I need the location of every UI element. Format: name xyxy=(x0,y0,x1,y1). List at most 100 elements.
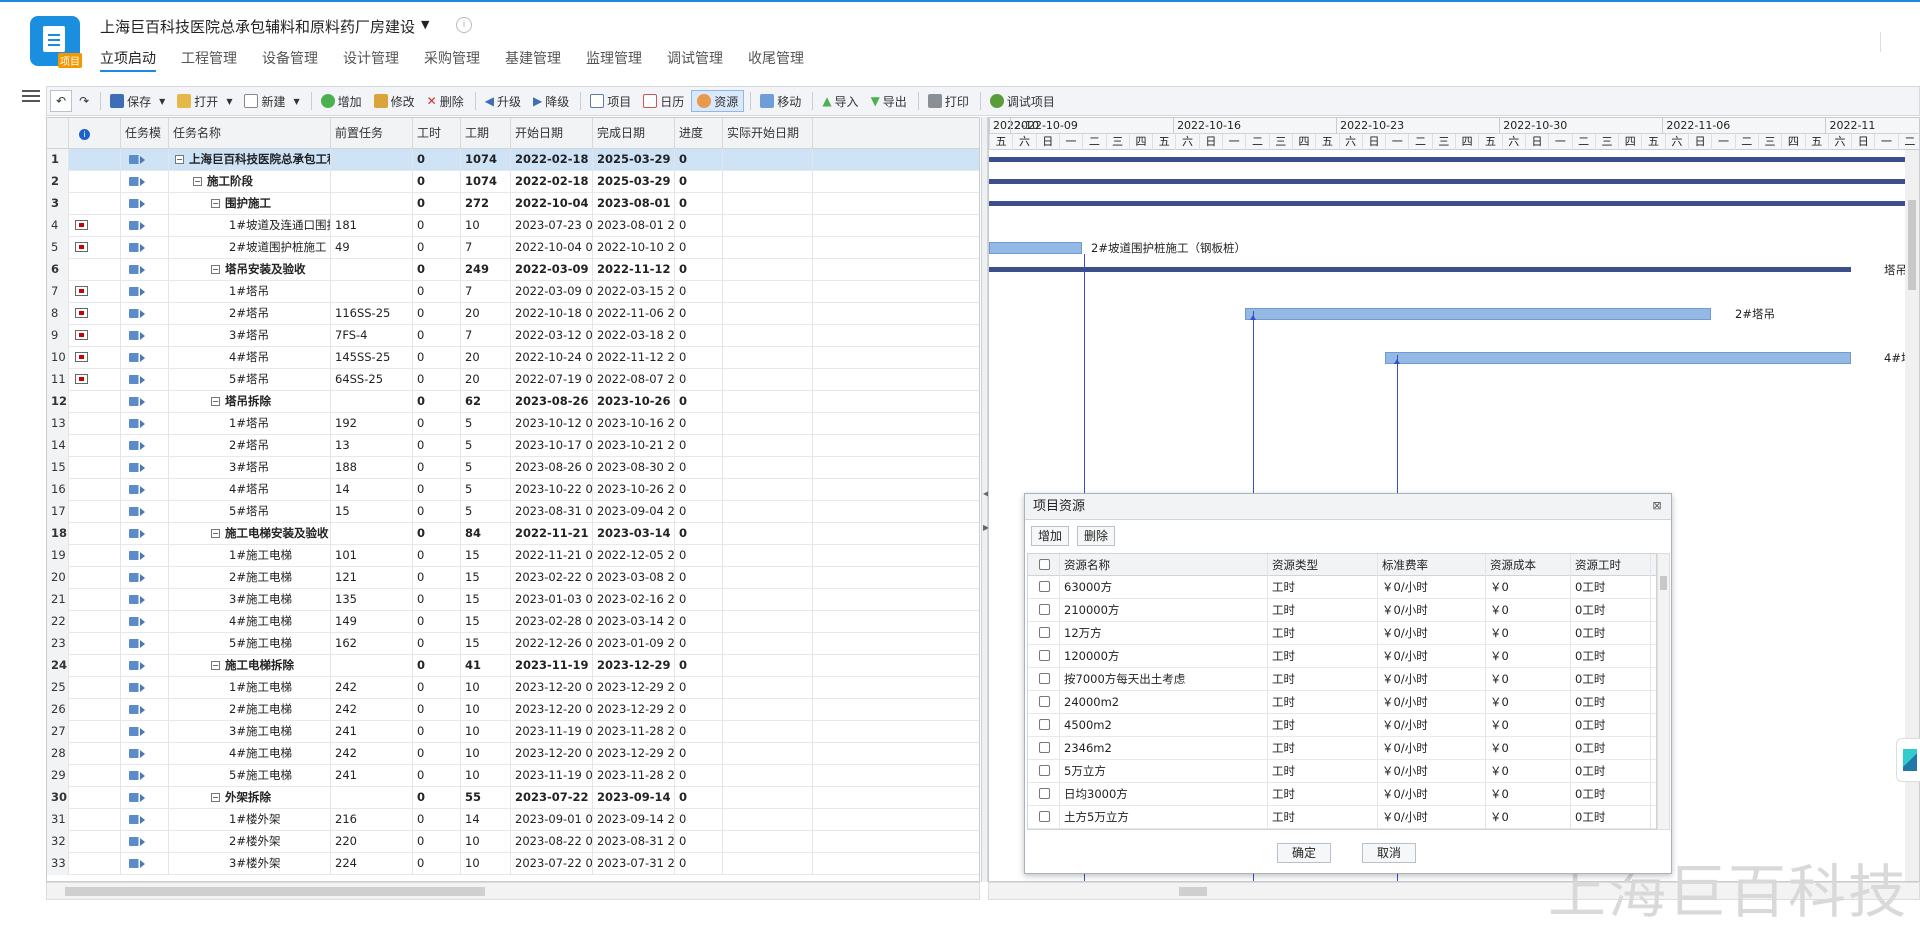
task-mode-cell[interactable] xyxy=(121,567,169,589)
actual-start-cell[interactable] xyxy=(723,391,813,413)
actual-start-cell[interactable] xyxy=(723,787,813,809)
finish-date-cell[interactable]: 2023-08-01 23 xyxy=(593,215,675,237)
progress-cell[interactable]: 0 xyxy=(675,809,723,831)
resource-cell-work[interactable]: 0工时 xyxy=(1571,668,1651,690)
finish-date-cell[interactable]: 2023-03-08 23 xyxy=(593,567,675,589)
start-date-cell[interactable]: 2023-01-03 00 xyxy=(511,589,593,611)
duration-cell[interactable]: 20 xyxy=(461,347,511,369)
work-cell[interactable]: 0 xyxy=(413,633,461,655)
resource-cell-cost[interactable]: ￥0 xyxy=(1486,714,1571,736)
duration-cell[interactable]: 10 xyxy=(461,765,511,787)
predecessor-cell[interactable]: 64SS-25 xyxy=(331,369,413,391)
table-row[interactable]: 52#坡道围护桩施工（钢49072022-10-04 002022-10-10 … xyxy=(47,237,979,259)
row-checkbox[interactable] xyxy=(1039,627,1050,638)
work-cell[interactable]: 0 xyxy=(413,325,461,347)
predecessor-cell[interactable]: 7FS-4 xyxy=(331,325,413,347)
row-number[interactable]: 30 xyxy=(47,787,69,809)
finish-date-cell[interactable]: 2023-10-26 23 xyxy=(593,479,675,501)
start-date-cell[interactable]: 2023-11-19 00 xyxy=(511,721,593,743)
project-button[interactable]: 项目 xyxy=(585,90,636,112)
row-number[interactable]: 8 xyxy=(47,303,69,325)
task-name-cell[interactable]: 2#楼外架 xyxy=(169,831,331,853)
start-date-cell[interactable]: 2022-10-18 00 xyxy=(511,303,593,325)
ok-button[interactable]: 确定 xyxy=(1277,843,1332,863)
duration-cell[interactable]: 10 xyxy=(461,743,511,765)
start-date-cell[interactable]: 2023-08-31 00 xyxy=(511,501,593,523)
resource-cell-type[interactable]: 工时 xyxy=(1268,576,1378,598)
task-name-cell[interactable]: 2#施工电梯 xyxy=(169,567,331,589)
calendar-button[interactable]: 日历 xyxy=(638,90,689,112)
work-cell[interactable]: 0 xyxy=(413,545,461,567)
row-number[interactable]: 1 xyxy=(47,149,69,171)
resource-cell-_cb[interactable] xyxy=(1028,760,1060,782)
duration-cell[interactable]: 20 xyxy=(461,303,511,325)
table-row[interactable]: 17 5#塔吊 15 0 5 2023-08-31 00 2023-09-04 23 0 xyxy=(47,501,979,523)
actual-start-cell[interactable] xyxy=(723,303,813,325)
resource-cell-type[interactable]: 工时 xyxy=(1268,599,1378,621)
duration-cell[interactable]: 5 xyxy=(461,479,511,501)
task-mode-cell[interactable] xyxy=(121,743,169,765)
delete-button[interactable]: ✕ 删除 xyxy=(422,90,469,112)
manual-schedule-cell[interactable] xyxy=(69,831,121,853)
start-date-cell[interactable]: 2022-12-26 00 xyxy=(511,633,593,655)
work-cell[interactable]: 0 xyxy=(413,611,461,633)
duration-cell[interactable]: 1074 xyxy=(461,171,511,193)
actual-start-cell[interactable] xyxy=(723,611,813,633)
task-mode-cell[interactable] xyxy=(121,787,169,809)
floating-widget[interactable] xyxy=(1896,738,1920,782)
finish-date-cell[interactable]: 2023-10-21 23 xyxy=(593,435,675,457)
task-mode-cell[interactable] xyxy=(121,391,169,413)
manual-schedule-cell[interactable] xyxy=(69,545,121,567)
predecessor-cell[interactable] xyxy=(331,655,413,677)
task-name-cell[interactable]: − 施工阶段 xyxy=(169,171,331,193)
dropdown-arrow-icon[interactable]: ▼ xyxy=(293,97,299,106)
actual-start-cell[interactable] xyxy=(723,149,813,171)
scrollbar-thumb[interactable] xyxy=(65,887,485,896)
manual-schedule-cell[interactable] xyxy=(69,391,121,413)
predecessor-cell[interactable] xyxy=(331,391,413,413)
start-date-cell[interactable]: 2023-08-26 00 xyxy=(511,391,593,413)
task-name-cell[interactable]: 3#施工电梯 xyxy=(169,721,331,743)
row-number[interactable]: 17 xyxy=(47,501,69,523)
resource-column-header-2[interactable]: 资源类型 xyxy=(1268,554,1378,576)
work-cell[interactable]: 0 xyxy=(413,193,461,215)
menu-item-1[interactable]: 工程管理 xyxy=(181,48,237,72)
task-bar[interactable] xyxy=(989,242,1083,254)
progress-cell[interactable]: 0 xyxy=(675,479,723,501)
manual-schedule-cell[interactable] xyxy=(69,413,121,435)
row-number[interactable]: 12 xyxy=(47,391,69,413)
finish-date-cell[interactable]: 2023-02-16 23 xyxy=(593,589,675,611)
actual-start-cell[interactable] xyxy=(723,545,813,567)
task-name-cell[interactable]: 1#楼外架 xyxy=(169,809,331,831)
row-checkbox[interactable] xyxy=(1039,811,1050,822)
row-number[interactable]: 27 xyxy=(47,721,69,743)
progress-cell[interactable]: 0 xyxy=(675,545,723,567)
progress-cell[interactable]: 0 xyxy=(675,567,723,589)
actual-start-cell[interactable] xyxy=(723,743,813,765)
resource-column-header-1[interactable]: 资源名称 xyxy=(1060,554,1268,576)
task-mode-cell[interactable] xyxy=(121,193,169,215)
menu-item-0[interactable]: 立项启动 xyxy=(100,48,156,72)
actual-start-cell[interactable] xyxy=(723,853,813,875)
finish-date-cell[interactable]: 2023-12-29 23 xyxy=(593,699,675,721)
resource-column-header-5[interactable]: 资源工时 xyxy=(1571,554,1651,576)
row-number[interactable]: 29 xyxy=(47,765,69,787)
column-header-5[interactable]: 工时 xyxy=(413,118,461,149)
task-name-cell[interactable]: − 外架拆除 xyxy=(169,787,331,809)
finish-date-cell[interactable]: 2023-12-29 23 xyxy=(593,677,675,699)
actual-start-cell[interactable] xyxy=(723,171,813,193)
manual-schedule-cell[interactable] xyxy=(69,193,121,215)
work-cell[interactable]: 0 xyxy=(413,457,461,479)
resource-button[interactable]: 资源 xyxy=(691,90,745,112)
manual-schedule-cell[interactable] xyxy=(69,809,121,831)
duration-cell[interactable]: 14 xyxy=(461,809,511,831)
task-name-cell[interactable]: 4#塔吊 xyxy=(169,347,331,369)
resource-cell-name[interactable]: 24000m2 xyxy=(1060,691,1268,713)
resource-cell-work[interactable]: 0工时 xyxy=(1571,622,1651,644)
row-number[interactable]: 2 xyxy=(47,171,69,193)
work-cell[interactable]: 0 xyxy=(413,281,461,303)
row-number[interactable]: 21 xyxy=(47,589,69,611)
start-date-cell[interactable]: 2023-10-17 00 xyxy=(511,435,593,457)
resource-cell-work[interactable]: 0工时 xyxy=(1571,737,1651,759)
resource-cell-name[interactable]: 4500m2 xyxy=(1060,714,1268,736)
